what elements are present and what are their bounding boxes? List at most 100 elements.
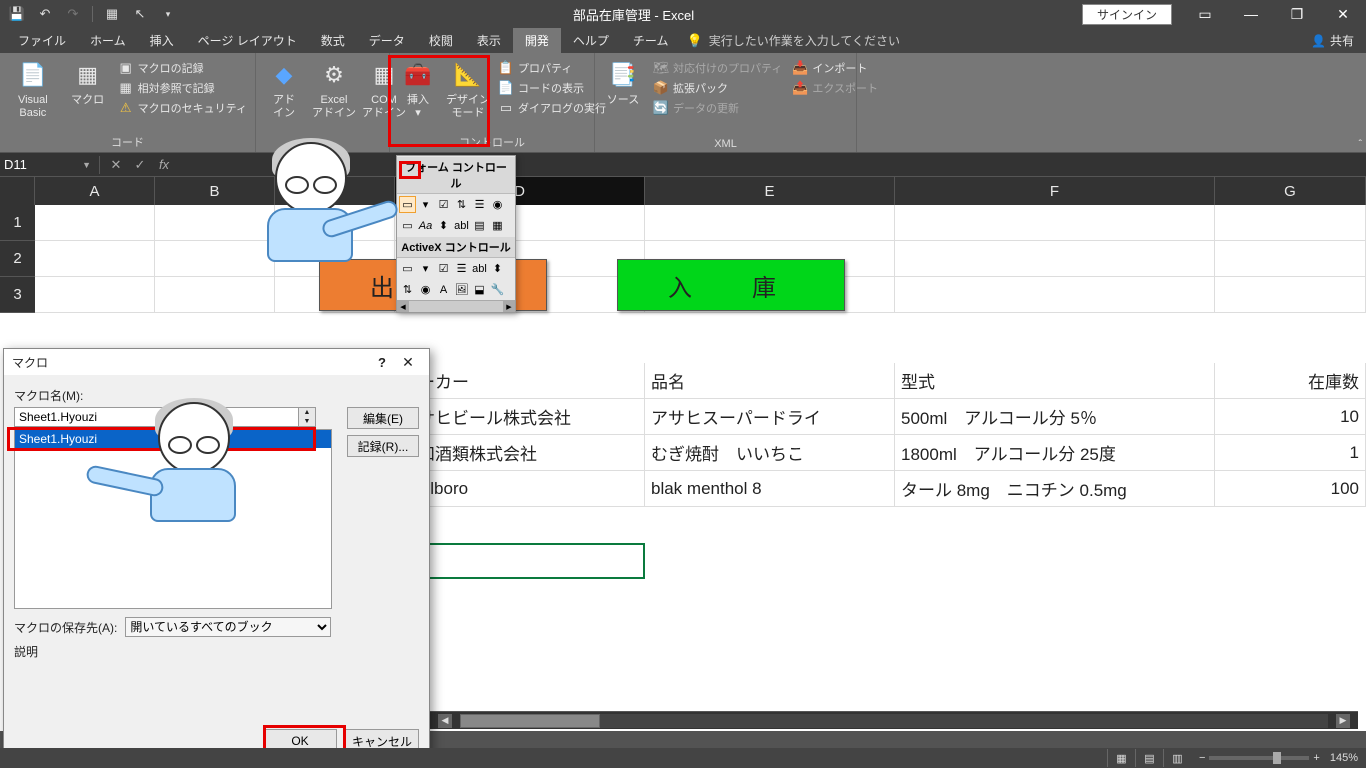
- select-all-corner[interactable]: [0, 177, 35, 205]
- view-code-button[interactable]: 📄コードの表示: [496, 79, 608, 97]
- macro-list-item[interactable]: Sheet1.Hyouzi: [15, 430, 331, 448]
- ax-button-icon[interactable]: ▭: [399, 260, 416, 277]
- macros-button[interactable]: ▦ マクロ: [66, 57, 110, 109]
- collapse-ribbon-icon[interactable]: ˆ: [1359, 139, 1362, 150]
- col-hdr-a[interactable]: A: [35, 177, 155, 205]
- ribbon-options-icon[interactable]: ▭: [1182, 0, 1228, 28]
- share-button[interactable]: 👤 共有: [1311, 32, 1354, 49]
- map-props-button[interactable]: 🗺対応付けのプロパティ: [651, 59, 784, 77]
- macro-name-spinner[interactable]: ▲▼: [299, 407, 316, 427]
- spinner-control-icon[interactable]: ⇅: [453, 196, 470, 213]
- spin-up-icon[interactable]: ▲: [299, 408, 315, 417]
- view-pagebreak-icon[interactable]: ▥: [1163, 749, 1191, 767]
- scrollbar-thumb[interactable]: [460, 714, 600, 728]
- combo2-control-icon[interactable]: ▤: [471, 217, 488, 234]
- zoom-in-icon[interactable]: +: [1313, 752, 1319, 764]
- tab-formulas[interactable]: 数式: [309, 28, 357, 53]
- tab-review[interactable]: 校閲: [417, 28, 465, 53]
- qat-more-icon[interactable]: ▾: [159, 5, 177, 23]
- zoom-label[interactable]: 145%: [1330, 752, 1358, 764]
- new-icon[interactable]: ▦: [103, 5, 121, 23]
- tab-home[interactable]: ホーム: [78, 28, 138, 53]
- zoom-slider[interactable]: [1209, 756, 1309, 760]
- design-mode-button[interactable]: 📐 デザイン モード: [446, 57, 490, 121]
- tellme-search[interactable]: 💡 実行したい作業を入力してください: [687, 32, 900, 49]
- col-hdr-b[interactable]: B: [155, 177, 275, 205]
- fx-icon[interactable]: fx: [152, 154, 176, 176]
- col-hdr-f[interactable]: F: [895, 177, 1215, 205]
- addins-button[interactable]: ◆ アド イン: [262, 57, 306, 121]
- signin-button[interactable]: サインイン: [1082, 4, 1172, 25]
- groupbox-control-icon[interactable]: ▭: [399, 217, 416, 234]
- checkbox-control-icon[interactable]: ☑: [435, 196, 452, 213]
- dialog-close-icon[interactable]: ✕: [395, 354, 421, 371]
- ax-toggle-icon[interactable]: ⬓: [471, 281, 488, 298]
- scrollbar-control-icon[interactable]: ⬍: [435, 217, 452, 234]
- source-button[interactable]: 📑 ソース: [601, 57, 645, 109]
- textfield-control-icon[interactable]: abl: [453, 217, 470, 234]
- ax-text-icon[interactable]: abl: [471, 260, 488, 277]
- maximize-icon[interactable]: ❐: [1274, 0, 1320, 28]
- visual-basic-button[interactable]: 📄 Visual Basic: [6, 57, 60, 121]
- worksheet-button-in[interactable]: 入 庫: [617, 259, 845, 311]
- tab-developer[interactable]: 開発: [513, 28, 561, 53]
- col-hdr-e[interactable]: E: [645, 177, 895, 205]
- combo-control-icon[interactable]: ▾: [417, 196, 434, 213]
- save-icon[interactable]: 💾: [8, 5, 26, 23]
- record-macro-button[interactable]: ▣マクロの記録: [116, 59, 249, 77]
- minimize-icon[interactable]: —: [1228, 0, 1274, 28]
- pointer-icon[interactable]: ↖: [131, 5, 149, 23]
- dialog-titlebar[interactable]: マクロ ? ✕: [4, 349, 429, 375]
- save-location-select[interactable]: 開いているすべてのブック: [125, 617, 331, 637]
- popup-scrollbar[interactable]: ◀ ▶: [397, 300, 515, 312]
- label-control-icon[interactable]: Aa: [417, 217, 434, 234]
- macro-list[interactable]: Sheet1.Hyouzi: [14, 429, 332, 609]
- tab-view[interactable]: 表示: [465, 28, 513, 53]
- tab-file[interactable]: ファイル: [6, 28, 78, 53]
- insert-control-button[interactable]: 🧰 挿入 ▾: [396, 57, 440, 121]
- ax-spin-icon[interactable]: ⇅: [399, 281, 416, 298]
- scroll-left-icon[interactable]: ◀: [438, 714, 452, 728]
- tab-layout[interactable]: ページ レイアウト: [186, 28, 309, 53]
- view-layout-icon[interactable]: ▤: [1135, 749, 1163, 767]
- dialog-help-icon[interactable]: ?: [369, 355, 395, 370]
- ax-list-icon[interactable]: ☰: [453, 260, 470, 277]
- chevron-down-icon[interactable]: ▼: [82, 160, 91, 170]
- row-hdr-2[interactable]: 2: [0, 241, 35, 277]
- col-hdr-c[interactable]: C: [275, 177, 395, 205]
- zoom-out-icon[interactable]: −: [1199, 752, 1205, 764]
- ax-scroll-icon[interactable]: ⬍: [489, 260, 506, 277]
- view-normal-icon[interactable]: ▦: [1107, 749, 1135, 767]
- refresh-data-button[interactable]: 🔄データの更新: [651, 99, 784, 117]
- record-button[interactable]: 記録(R)...: [347, 435, 419, 457]
- edit-button[interactable]: 編集(E): [347, 407, 419, 429]
- zoom-thumb[interactable]: [1273, 752, 1281, 764]
- tab-insert[interactable]: 挿入: [138, 28, 186, 53]
- ax-checkbox-icon[interactable]: ☑: [435, 260, 452, 277]
- name-box[interactable]: D11▼: [0, 154, 95, 176]
- undo-icon[interactable]: ↶: [36, 5, 54, 23]
- run-dialog-button[interactable]: ▭ダイアログの実行: [496, 99, 608, 117]
- option-control-icon[interactable]: ◉: [489, 196, 506, 213]
- horizontal-scrollbar[interactable]: ◀ ▶: [430, 711, 1358, 729]
- tab-help[interactable]: ヘルプ: [561, 28, 621, 53]
- macro-name-input[interactable]: [14, 407, 299, 427]
- spin-down-icon[interactable]: ▼: [299, 417, 315, 426]
- relative-ref-button[interactable]: ▦相対参照で記録: [116, 79, 249, 97]
- row-hdr-1[interactable]: 1: [0, 205, 35, 241]
- tab-data[interactable]: データ: [357, 28, 417, 53]
- ax-option-icon[interactable]: ◉: [417, 281, 434, 298]
- macro-security-button[interactable]: ⚠マクロのセキュリティ: [116, 99, 249, 117]
- excel-addins-button[interactable]: ⚙ Excel アドイン: [312, 57, 356, 121]
- redo-icon[interactable]: ↷: [64, 5, 82, 23]
- ax-label-icon[interactable]: A: [435, 281, 452, 298]
- scroll-right-icon[interactable]: ▶: [1336, 714, 1350, 728]
- ax-combo-icon[interactable]: ▾: [417, 260, 434, 277]
- close-icon[interactable]: ✕: [1320, 0, 1366, 28]
- row-hdr-3[interactable]: 3: [0, 277, 35, 313]
- formula-input[interactable]: [176, 154, 1366, 176]
- listbox-control-icon[interactable]: ☰: [471, 196, 488, 213]
- ax-image-icon[interactable]: 🖼: [453, 281, 470, 298]
- button-control-icon[interactable]: ▭: [399, 196, 416, 213]
- frame-control-icon[interactable]: ▦: [489, 217, 506, 234]
